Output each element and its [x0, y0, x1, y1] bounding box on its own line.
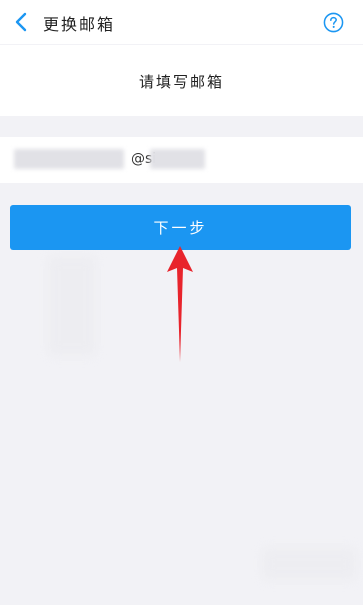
hint-section: 请填写邮箱 [0, 45, 363, 116]
chevron-left-icon[interactable] [12, 12, 32, 32]
navigation-bar: 更换邮箱 [0, 0, 363, 44]
annotation-arrow-icon [167, 246, 193, 362]
page-title: 更换邮箱 [43, 15, 116, 34]
hint-text: 请填写邮箱 [138, 73, 224, 91]
change-email-screen: 更换邮箱 请填写邮箱 @si 下一步 [0, 0, 363, 605]
redacted-email-prefix [14, 149, 124, 169]
next-step-button[interactable]: 下一步 [10, 205, 351, 250]
redacted-email-domain [150, 149, 205, 169]
email-input[interactable]: @si [0, 137, 363, 183]
background-artifact [262, 548, 356, 580]
background-artifact [48, 256, 96, 356]
next-step-label: 下一步 [153, 219, 208, 237]
question-circle-icon[interactable] [323, 12, 344, 33]
